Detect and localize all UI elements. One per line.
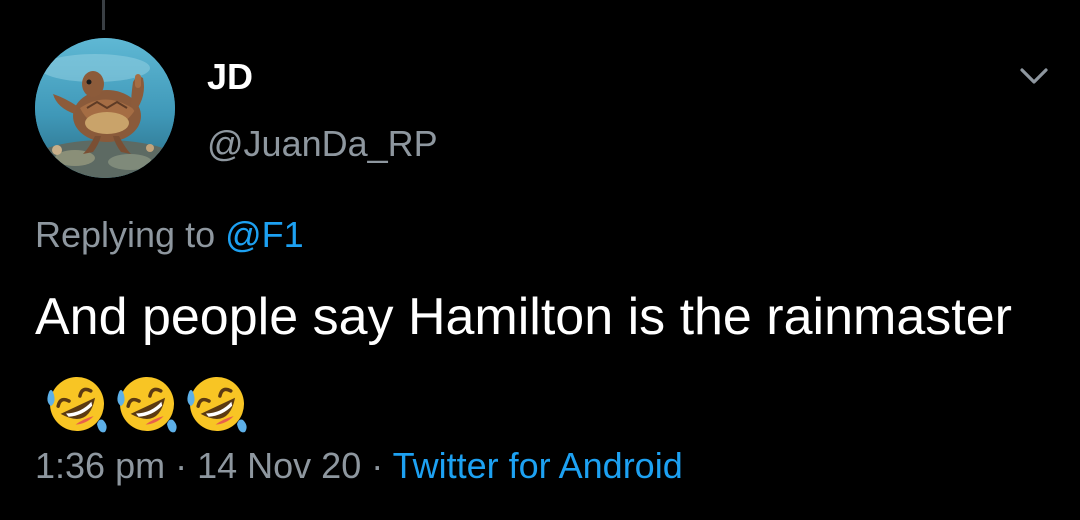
tweet-source-link[interactable]: Twitter for Android: [393, 445, 683, 486]
reply-mention-link[interactable]: @F1: [225, 214, 304, 255]
rolling-on-the-floor-laughing-emoji: [183, 370, 251, 438]
avatar[interactable]: [35, 38, 175, 178]
display-name[interactable]: JD: [207, 57, 253, 97]
chevron-down-icon[interactable]: [1014, 60, 1054, 92]
tweet-date: 14 Nov 20: [197, 445, 362, 486]
replying-to-line: Replying to @F1: [35, 214, 304, 256]
emoji-group: [43, 366, 253, 438]
sea-turtle-avatar-image: [35, 38, 175, 178]
tweet-body: And people say Hamilton is the rainmaste…: [35, 282, 1035, 438]
tweet-text: And people say Hamilton is the rainmaste…: [35, 288, 1012, 346]
thread-connector-line: [102, 0, 105, 30]
user-handle[interactable]: @JuanDa_RP: [207, 124, 438, 164]
rolling-on-the-floor-laughing-emoji: [113, 370, 181, 438]
tweet-time: 1:36 pm: [35, 445, 166, 486]
rolling-on-the-floor-laughing-emoji: [43, 370, 111, 438]
tweet-metadata: 1:36 pm · 14 Nov 20 · Twitter for Androi…: [35, 444, 683, 488]
meta-separator: ·: [175, 445, 188, 486]
meta-separator: ·: [371, 445, 384, 486]
replying-to-label: Replying to: [35, 214, 216, 255]
